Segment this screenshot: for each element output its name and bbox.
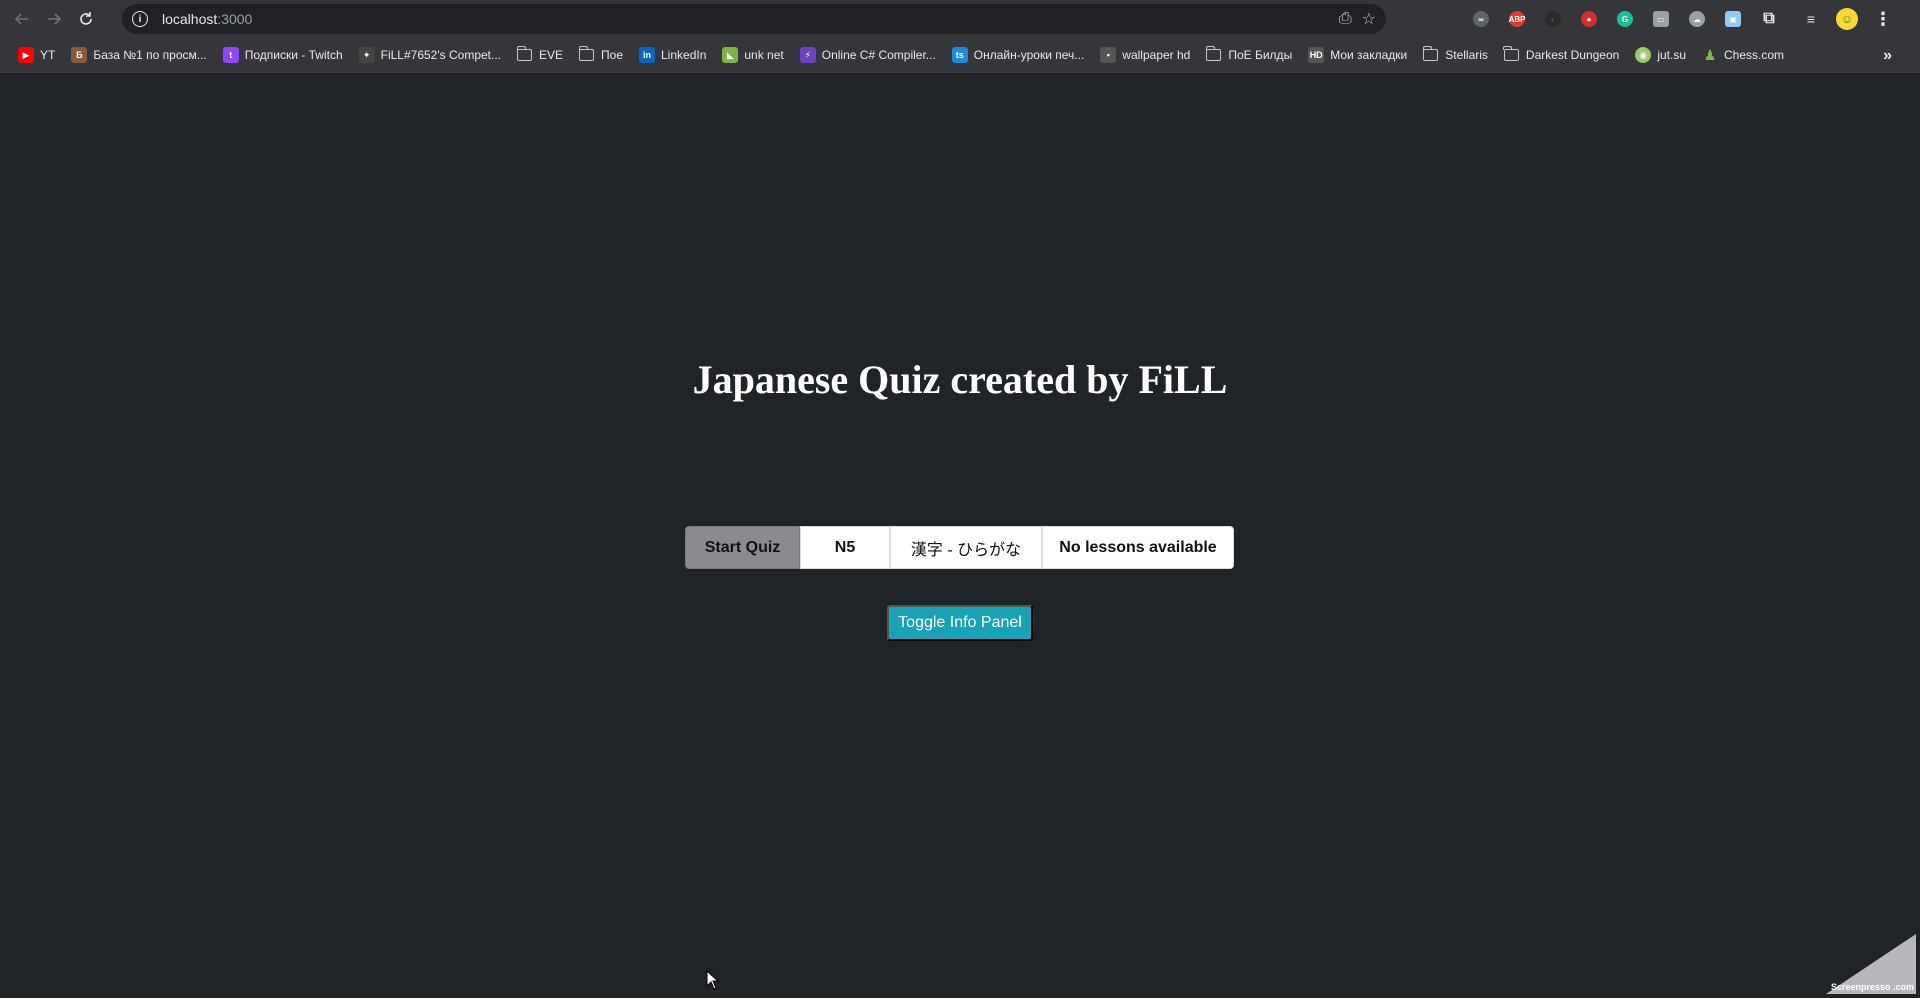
back-button[interactable] (6, 3, 38, 35)
site-icon: Б (71, 47, 88, 63)
mouse-cursor-icon (706, 970, 720, 990)
bookmark-yt[interactable]: ▶ YT (10, 41, 63, 69)
page-title: Japanese Quiz created by FiLL (692, 357, 1228, 402)
red-extension-icon[interactable]: ● (1575, 5, 1603, 33)
bolt-icon: ⚡ (799, 47, 816, 63)
cloud-extension-icon[interactable]: ☁ (1683, 5, 1711, 33)
site-info-icon[interactable]: i (132, 11, 148, 27)
bookmark-typing-lessons[interactable]: ts Онлайн-уроки печ... (944, 41, 1093, 69)
bookmark-star-icon[interactable]: ☆ (1362, 9, 1376, 29)
screenshot-extension-icon[interactable]: ▣ (1719, 5, 1747, 33)
bookmark-folder-darkest-dungeon[interactable]: Darkest Dungeon (1496, 41, 1627, 69)
extensions-bar: ∞ ABP ◐ ● G ▭ ☁ ▣ ⧉ ≡ ☺ ⋮ (1467, 4, 1897, 34)
grammarly-extension-icon[interactable]: G (1611, 5, 1639, 33)
site-icon: HD (1308, 47, 1325, 63)
folder-icon (1422, 46, 1439, 61)
arrow-right-icon (48, 12, 62, 25)
watermark-text: Screenpresso .com (1830, 982, 1914, 992)
bookmark-my-bookmarks[interactable]: HD Мои закладки (1300, 41, 1415, 69)
bookmark-linkedin[interactable]: in LinkedIn (631, 41, 714, 69)
quiz-controls: Start Quiz N5 漢字 - ひらがな No lessons avail… (685, 526, 1234, 569)
url-port: :3000 (217, 11, 253, 27)
linkedin-icon: in (639, 47, 655, 63)
site-icon: ◣ (722, 47, 739, 63)
site-icon: ts (951, 47, 968, 63)
youtube-icon: ▶ (18, 47, 34, 63)
window-extension-icon[interactable]: ▭ (1647, 5, 1675, 33)
folder-icon (1205, 46, 1222, 61)
dark-extension-icon[interactable]: ◐ (1539, 5, 1567, 33)
puzzle-extensions-icon[interactable]: ⧉ (1755, 5, 1783, 33)
browser-menu-icon[interactable]: ⋮ (1869, 5, 1897, 33)
bookmark-folder-eve[interactable]: EVE (509, 41, 571, 69)
toggle-info-panel-button[interactable]: Toggle Info Panel (887, 605, 1033, 641)
bookmark-folder-stellaris[interactable]: Stellaris (1415, 41, 1496, 69)
script-mode-select[interactable]: 漢字 - ひらがな (890, 526, 1042, 569)
bookmark-folder-poe-builds[interactable]: ПоЕ Билды (1198, 41, 1300, 69)
folder-icon (578, 46, 595, 61)
profile-avatar-icon[interactable]: ☺ (1833, 5, 1861, 33)
site-icon: ◉ (1635, 47, 1652, 63)
chevron-double-right-icon[interactable]: » (1883, 37, 1892, 74)
url-host: localhost (162, 11, 218, 27)
arrow-left-icon (14, 12, 28, 25)
reload-button[interactable] (70, 3, 102, 35)
media-control-icon[interactable]: ≡ (1797, 5, 1825, 33)
install-app-icon[interactable]: ⎙ (1339, 10, 1352, 28)
omnibox-actions: ⎙ ☆ (1339, 8, 1386, 30)
browser-toolbar: i localhost:3000 ⎙ ☆ ∞ ABP ◐ ● G ▭ ☁ ▣ ⧉… (0, 0, 1920, 37)
bookmark-csharp-compiler[interactable]: ⚡ Online C# Compiler... (792, 41, 944, 69)
adblock-extension-icon[interactable]: ABP (1503, 5, 1531, 33)
forward-button[interactable] (38, 3, 70, 35)
bookmark-unk-net[interactable]: ◣ unk net (714, 41, 791, 69)
screenpresso-watermark: Screenpresso .com (1806, 934, 1916, 994)
bookmark-twitch[interactable]: t Подписки - Twitch (215, 41, 351, 69)
level-select[interactable]: N5 (800, 526, 890, 569)
twitch-icon: t (222, 47, 239, 63)
bookmark-jutsu[interactable]: ◉ jut.su (1627, 41, 1694, 69)
address-bar[interactable]: i localhost:3000 ⎙ ☆ (122, 4, 1386, 34)
folder-icon (516, 46, 532, 61)
bookmark-chess[interactable]: ♟ Chess.com (1694, 41, 1792, 69)
site-icon: ▪ (1100, 47, 1117, 63)
reload-icon (80, 11, 92, 25)
folder-icon (1503, 46, 1519, 61)
start-quiz-button[interactable]: Start Quiz (685, 526, 800, 569)
bookmark-baza[interactable]: Б База №1 по просм... (63, 41, 214, 69)
bookmark-compet[interactable]: ✦ FiLL#7652's Compet... (351, 41, 509, 69)
bookmarks-bar: ▶ YT Б База №1 по просм... t Подписки - Twi… (0, 37, 1920, 74)
lesson-select[interactable]: No lessons available (1042, 526, 1234, 569)
chess-icon: ♟ (1703, 46, 1717, 63)
bookmark-folder-poe[interactable]: Пое (571, 41, 631, 69)
site-icon: ✦ (358, 47, 375, 63)
bookmark-wallpaper[interactable]: ▪ wallpaper hd (1092, 41, 1198, 69)
incognito-extension-icon[interactable]: ∞ (1467, 5, 1495, 33)
